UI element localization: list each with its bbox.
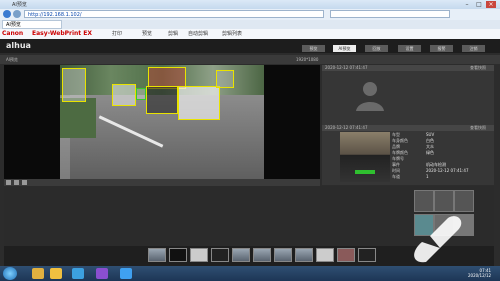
nav-ai-preview[interactable]: AI预览 <box>333 45 356 52</box>
film-thumb[interactable] <box>169 248 187 262</box>
app-icon[interactable] <box>96 268 108 279</box>
forward-icon[interactable] <box>13 10 21 18</box>
watermark-logo <box>414 216 462 263</box>
ie-icon[interactable] <box>72 268 84 279</box>
search-input[interactable] <box>330 10 450 18</box>
video-resolution: 1920*1080 <box>296 57 319 62</box>
taskbar-clock[interactable]: 07:41 2020/12/12 <box>468 268 491 278</box>
canon-logo: Canon <box>2 30 24 37</box>
person-placeholder-icon <box>356 82 384 111</box>
sub-toolbar <box>0 55 500 64</box>
side-thumb-1[interactable] <box>414 190 434 212</box>
print-button[interactable]: 打印 <box>112 30 122 38</box>
film-thumb[interactable] <box>316 248 334 262</box>
film-thumb[interactable] <box>274 248 292 262</box>
film-thumb[interactable] <box>211 248 229 262</box>
film-thumb[interactable] <box>232 248 250 262</box>
side-thumb-2[interactable] <box>434 190 454 212</box>
film-thumb[interactable] <box>190 248 208 262</box>
url-input[interactable]: http://192.168.1.102/ <box>24 10 324 18</box>
detection-box-plate[interactable] <box>136 88 146 100</box>
folder-icon[interactable] <box>50 268 62 279</box>
detection-box-truck[interactable] <box>62 68 86 102</box>
tab-strip <box>0 20 500 29</box>
chrome-icon[interactable] <box>32 268 44 279</box>
side-thumb-3[interactable] <box>454 190 474 212</box>
easy-webprint-logo: Easy-WebPrint EX <box>32 30 92 37</box>
detection-box-car-3[interactable] <box>178 86 220 120</box>
preview-button[interactable]: 预览 <box>142 30 152 38</box>
detection-box-car-2[interactable] <box>146 86 178 114</box>
nav-playback[interactable]: 回放 <box>365 45 388 52</box>
scene-hedge <box>60 98 96 138</box>
windows-start-icon[interactable] <box>3 267 17 280</box>
auto-clip-button[interactable]: 自动剪辑 <box>188 30 208 38</box>
video-footer <box>4 179 320 186</box>
nav-preview[interactable]: 预览 <box>302 45 325 52</box>
film-thumb[interactable] <box>253 248 271 262</box>
nav-settings[interactable]: 设置 <box>398 45 421 52</box>
maximize-icon[interactable]: □ <box>474 1 484 8</box>
face-event-time: 2020-12-12 07:41:47 <box>325 65 368 70</box>
fullscreen-icon[interactable] <box>22 180 27 185</box>
nav-logout[interactable]: 注销 <box>462 45 485 52</box>
snapshot-icon[interactable] <box>6 180 11 185</box>
close-icon[interactable]: × <box>486 1 496 8</box>
nav-alarm[interactable]: 报警 <box>430 45 453 52</box>
field-lane: 车道 1 <box>392 174 429 179</box>
record-icon[interactable] <box>14 180 19 185</box>
vehicle-event-time: 2020-12-12 07:41:47 <box>325 125 368 130</box>
detection-box-car-4[interactable] <box>216 70 234 88</box>
plate-thumbnail <box>355 170 375 174</box>
brand-logo: alhua <box>6 41 31 50</box>
minimize-icon[interactable]: – <box>462 1 472 8</box>
clip-list-button[interactable]: 剪辑列表 <box>222 30 242 38</box>
app-header <box>0 39 500 53</box>
face-snapshot-link[interactable]: 查看快照 <box>470 65 486 71</box>
clip-button[interactable]: 剪辑 <box>168 30 178 38</box>
browser-titlebar <box>0 0 500 9</box>
film-thumb[interactable] <box>148 248 166 262</box>
ie-active-icon[interactable] <box>120 268 132 279</box>
film-thumb[interactable] <box>358 248 376 262</box>
tab-active[interactable]: AI预览 <box>2 20 62 29</box>
vehicle-thumbnail[interactable] <box>340 132 390 182</box>
window-title: AI预览 <box>12 2 27 8</box>
clock-date: 2020/12/12 <box>468 273 492 278</box>
film-thumb[interactable] <box>295 248 313 262</box>
detection-box-car-1[interactable] <box>112 84 136 106</box>
vehicle-snapshot-link[interactable]: 查看快照 <box>470 125 486 131</box>
back-icon[interactable] <box>3 10 11 18</box>
video-label: AI预览 <box>6 57 18 62</box>
film-thumb[interactable] <box>337 248 355 262</box>
